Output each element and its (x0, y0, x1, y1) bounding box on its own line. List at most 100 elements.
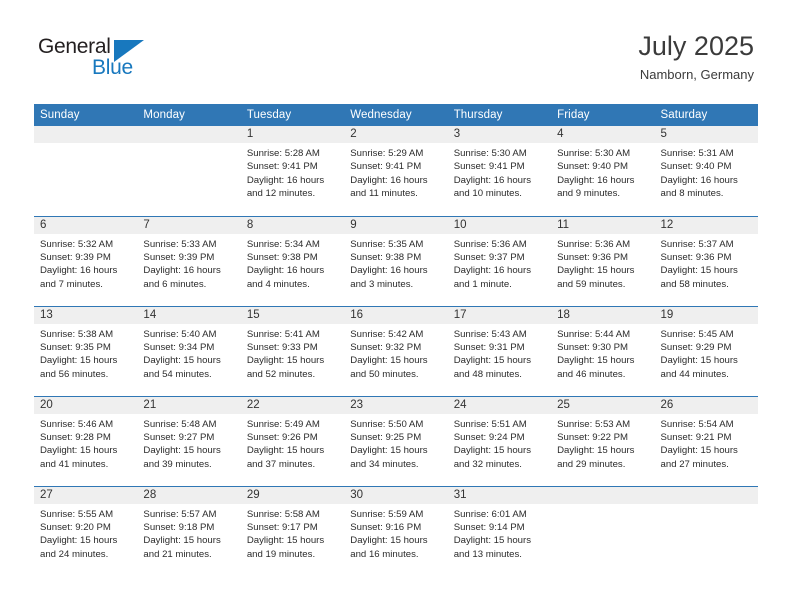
calendar-day-cell[interactable]: 2 Sunrise: 5:29 AM Sunset: 9:41 PM Daylight… (344, 126, 448, 216)
calendar-day-cell[interactable]: 9 Sunrise: 5:35 AM Sunset: 9:38 PM Daylight… (344, 215, 448, 306)
weekday-header-row: Sunday Monday Tuesday Wednesday Thursday… (34, 104, 758, 126)
daylight-text-cont: and 39 minutes. (143, 458, 212, 470)
calendar-day-cell[interactable]: 24 Sunrise: 5:51 AM Sunset: 9:24 PM Dayligh… (447, 395, 552, 486)
daylight-text-cont: and 29 minutes. (557, 458, 626, 470)
day-details (137, 143, 240, 147)
sunrise-text: Sunrise: 5:48 AM (143, 418, 217, 430)
sunrise-text: Sunrise: 5:34 AM (246, 238, 320, 250)
day-details: Sunrise: 5:38 AM Sunset: 9:35 PM Daylight:… (34, 324, 137, 382)
day-details: Sunrise: 5:30 AM Sunset: 9:40 PM Daylight:… (551, 143, 654, 201)
calendar-day-cell[interactable]: 10 Sunrise: 5:36 AM Sunset: 9:37 PM Dayligh… (447, 215, 552, 306)
day-number: 13 (34, 306, 138, 324)
calendar-day-cell[interactable]: 26 Sunrise: 5:54 AM Sunset: 9:21 PM Dayligh… (654, 395, 758, 486)
daylight-text: Daylight: 16 hours (246, 174, 325, 186)
calendar-day-cell[interactable]: 4 Sunrise: 5:30 AM Sunset: 9:40 PM Daylight… (551, 126, 655, 216)
sunrise-text: Sunrise: 5:55 AM (40, 508, 114, 520)
calendar-week-row: 13 Sunrise: 5:38 AM Sunset: 9:35 PM Dayligh… (34, 305, 758, 396)
calendar-day-cell[interactable]: 22 Sunrise: 5:49 AM Sunset: 9:26 PM Dayligh… (240, 395, 345, 486)
day-details (34, 143, 137, 147)
calendar-day-cell[interactable]: 11 Sunrise: 5:36 AM Sunset: 9:36 PM Dayligh… (551, 215, 655, 306)
day-details: Sunrise: 5:37 AM Sunset: 9:36 PM Daylight:… (655, 234, 758, 292)
calendar-day-cell[interactable]: 12 Sunrise: 5:37 AM Sunset: 9:36 PM Dayligh… (654, 215, 758, 306)
sunset-text: Sunset: 9:35 PM (40, 341, 111, 353)
day-number: 17 (447, 306, 552, 324)
calendar-day-cell[interactable]: 17 Sunrise: 5:43 AM Sunset: 9:31 PM Dayligh… (447, 305, 552, 396)
calendar-day-cell[interactable]: 13 Sunrise: 5:38 AM Sunset: 9:35 PM Dayligh… (34, 305, 138, 396)
calendar-table: Sunday Monday Tuesday Wednesday Thursday… (34, 104, 758, 576)
day-details: Sunrise: 5:41 AM Sunset: 9:33 PM Daylight:… (241, 324, 344, 382)
day-number: 1 (240, 126, 345, 143)
calendar-day-cell[interactable]: 16 Sunrise: 5:42 AM Sunset: 9:32 PM Dayligh… (344, 305, 448, 396)
sunset-text: Sunset: 9:24 PM (453, 431, 525, 443)
daylight-text: Daylight: 15 hours (246, 355, 325, 367)
calendar-page: General Blue July 2025 Namborn, Germany … (0, 0, 792, 612)
day-details: Sunrise: 5:30 AM Sunset: 9:41 PM Daylight:… (448, 143, 551, 201)
daylight-text-cont: and 41 minutes. (40, 458, 109, 470)
calendar-day-cell[interactable]: 23 Sunrise: 5:50 AM Sunset: 9:25 PM Dayligh… (344, 395, 448, 486)
daylight-text: Daylight: 15 hours (246, 445, 325, 457)
sunset-text: Sunset: 9:38 PM (246, 251, 318, 263)
calendar-day-cell[interactable]: 27 Sunrise: 5:55 AM Sunset: 9:20 PM Dayligh… (34, 485, 138, 576)
day-details: Sunrise: 5:34 AM Sunset: 9:38 PM Daylight:… (241, 234, 344, 292)
calendar-day-cell[interactable]: 19 Sunrise: 5:45 AM Sunset: 9:29 PM Dayligh… (654, 305, 758, 396)
sunrise-text: Sunrise: 5:38 AM (40, 328, 114, 340)
calendar-day-cell[interactable]: 5 Sunrise: 5:31 AM Sunset: 9:40 PM Daylight… (654, 126, 758, 216)
day-number: 4 (551, 126, 655, 143)
calendar-head: Sunday Monday Tuesday Wednesday Thursday… (34, 104, 758, 126)
calendar-day-cell[interactable]: 8 Sunrise: 5:34 AM Sunset: 9:38 PM Daylight… (240, 215, 345, 306)
daylight-text: Daylight: 16 hours (40, 265, 118, 277)
page-title: July 2025 (638, 31, 754, 61)
calendar-day-cell[interactable]: 18 Sunrise: 5:44 AM Sunset: 9:30 PM Dayligh… (551, 305, 655, 396)
day-details: Sunrise: 5:33 AM Sunset: 9:39 PM Daylight:… (137, 234, 240, 292)
weekday-header-friday: Friday (551, 104, 655, 126)
sunrise-text: Sunrise: 5:31 AM (660, 148, 734, 159)
day-details: Sunrise: 5:36 AM Sunset: 9:36 PM Daylight:… (551, 234, 654, 292)
calendar-day-cell[interactable]: 29 Sunrise: 5:58 AM Sunset: 9:17 PM Dayligh… (240, 485, 345, 576)
calendar-day-cell[interactable]: 15 Sunrise: 5:41 AM Sunset: 9:33 PM Dayligh… (240, 305, 345, 396)
daylight-text-cont: and 16 minutes. (350, 548, 419, 560)
calendar-day-cell[interactable]: 31 Sunrise: 6:01 AM Sunset: 9:14 PM Dayligh… (447, 485, 552, 576)
sunrise-text: Sunrise: 5:30 AM (557, 148, 631, 159)
calendar-day-cell[interactable]: 3 Sunrise: 5:30 AM Sunset: 9:41 PM Daylight… (447, 126, 552, 216)
day-number: 15 (240, 306, 345, 324)
daylight-text-cont: and 13 minutes. (453, 548, 522, 560)
sunset-text: Sunset: 9:31 PM (453, 341, 525, 353)
sunrise-text: Sunrise: 5:36 AM (557, 238, 631, 250)
day-details: Sunrise: 5:57 AM Sunset: 9:18 PM Daylight:… (137, 504, 240, 562)
daylight-text-cont: and 32 minutes. (453, 458, 522, 470)
daylight-text: Daylight: 15 hours (143, 445, 221, 457)
calendar-day-cell[interactable]: 28 Sunrise: 5:57 AM Sunset: 9:18 PM Dayligh… (137, 485, 241, 576)
calendar-day-cell[interactable]: 1 Sunrise: 5:28 AM Sunset: 9:41 PM Daylight… (240, 126, 345, 216)
brand-name-general: General (38, 35, 111, 58)
calendar-week-row: 1 Sunrise: 5:28 AM Sunset: 9:41 PM Daylight… (34, 126, 758, 216)
sunrise-text: Sunrise: 5:53 AM (557, 418, 631, 430)
sunset-text: Sunset: 9:28 PM (40, 431, 111, 443)
sunset-text: Sunset: 9:34 PM (143, 341, 215, 353)
day-details: Sunrise: 5:35 AM Sunset: 9:38 PM Daylight:… (344, 234, 447, 292)
calendar-day-cell[interactable]: 7 Sunrise: 5:33 AM Sunset: 9:39 PM Daylight… (137, 215, 241, 306)
weekday-header-monday: Monday (137, 104, 241, 126)
weekday-header-tuesday: Tuesday (240, 104, 345, 126)
calendar-day-cell[interactable]: 30 Sunrise: 5:59 AM Sunset: 9:16 PM Dayligh… (344, 485, 448, 576)
daylight-text-cont: and 52 minutes. (246, 368, 316, 380)
calendar-day-cell[interactable]: 21 Sunrise: 5:48 AM Sunset: 9:27 PM Dayligh… (137, 395, 241, 486)
brand-logo[interactable]: General Blue (38, 36, 158, 84)
day-number: 25 (551, 396, 655, 414)
day-number: 22 (240, 396, 345, 414)
calendar-day-cell[interactable]: 6 Sunrise: 5:32 AM Sunset: 9:39 PM Daylight… (34, 215, 138, 306)
daylight-text-cont: and 48 minutes. (453, 368, 522, 380)
daylight-text: Daylight: 15 hours (660, 265, 738, 277)
calendar-day-cell[interactable]: 14 Sunrise: 5:40 AM Sunset: 9:34 PM Dayligh… (137, 305, 241, 396)
sunrise-text: Sunrise: 5:45 AM (660, 328, 734, 340)
daylight-text: Daylight: 15 hours (40, 445, 118, 457)
calendar-day-cell[interactable]: 25 Sunrise: 5:53 AM Sunset: 9:22 PM Dayligh… (551, 395, 655, 486)
sunrise-text: Sunrise: 5:54 AM (660, 418, 734, 430)
sunset-text: Sunset: 9:25 PM (350, 431, 422, 443)
day-number: 2 (344, 126, 448, 143)
calendar-day-cell[interactable]: 20 Sunrise: 5:46 AM Sunset: 9:28 PM Dayligh… (34, 395, 138, 486)
daylight-text: Daylight: 15 hours (246, 535, 325, 547)
sunrise-text: Sunrise: 5:51 AM (453, 418, 527, 430)
sunrise-text: Sunrise: 5:43 AM (453, 328, 527, 340)
daylight-text-cont: and 6 minutes. (143, 278, 207, 290)
calendar-day-cell-empty (551, 485, 655, 576)
